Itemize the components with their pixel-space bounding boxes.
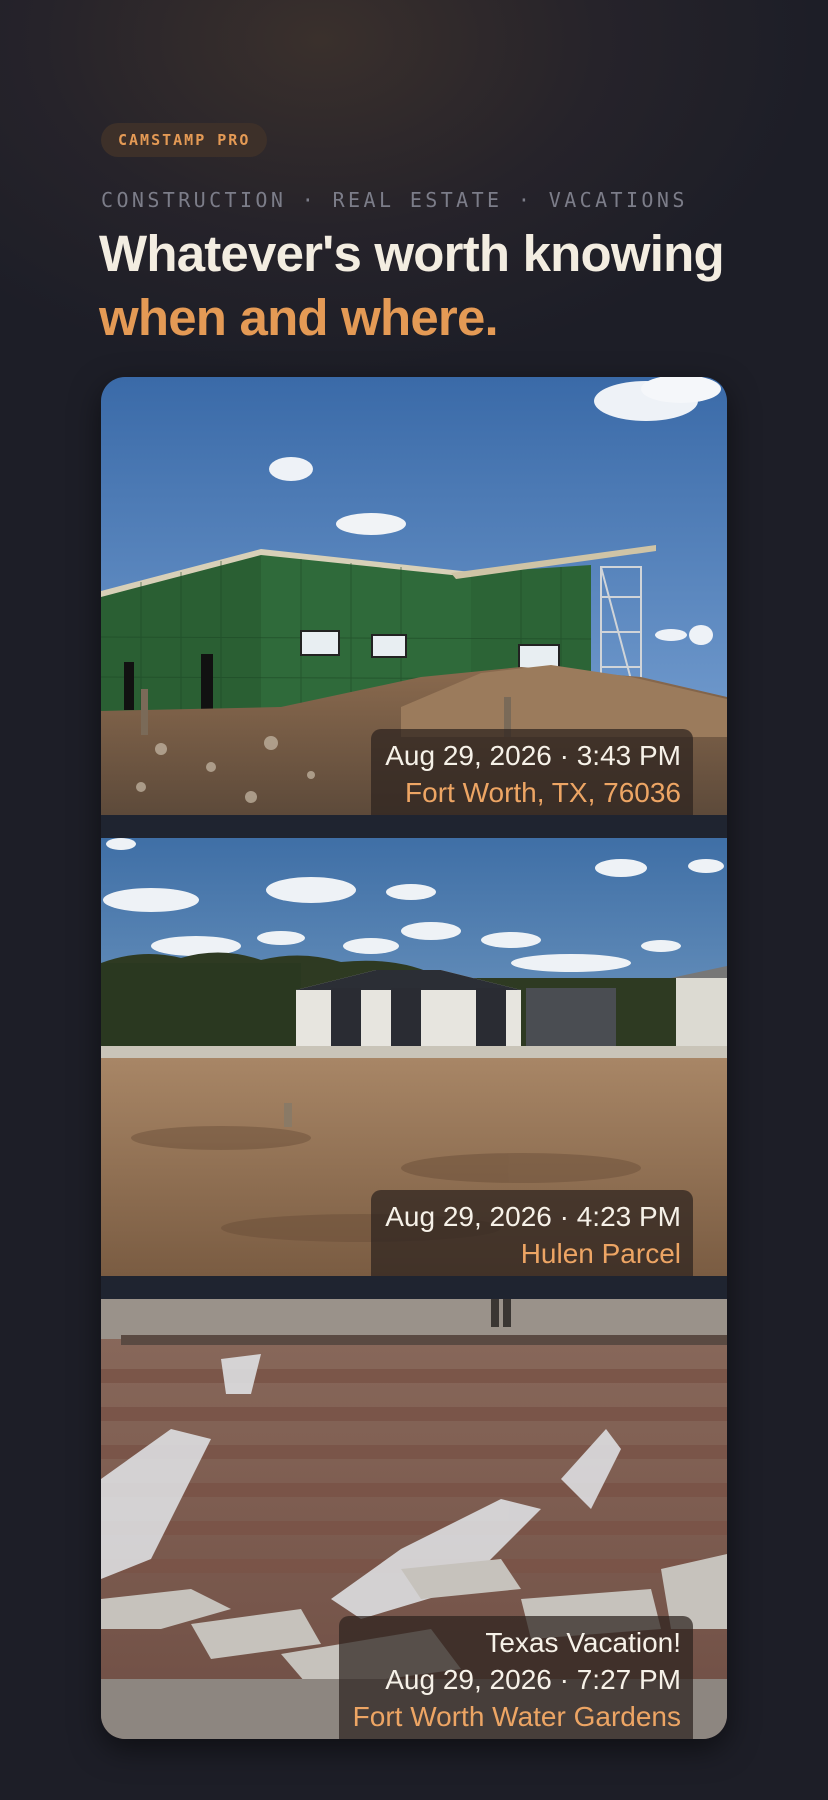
photo-construction[interactable]: Aug 29, 2026 · 3:43 PM Fort Worth, TX, 7…	[101, 377, 727, 815]
stamp-datetime: Aug 29, 2026 · 4:23 PM	[385, 1201, 681, 1232]
headline: Whatever's worth knowing when and where.	[99, 222, 725, 350]
stamp-location: Fort Worth Water Gardens	[352, 1701, 681, 1732]
photo-water-gardens[interactable]: Texas Vacation! Aug 29, 2026 · 7:27 PM F…	[101, 1299, 727, 1739]
photo-stamp: Aug 29, 2026 · 3:43 PM Fort Worth, TX, 7…	[371, 729, 693, 815]
photo-card: Aug 29, 2026 · 3:43 PM Fort Worth, TX, 7…	[101, 377, 727, 1739]
tagline: CONSTRUCTION · REAL ESTATE · VACATIONS	[101, 188, 688, 212]
stamp-location: Fort Worth, TX, 76036	[405, 777, 681, 808]
photo-stamp: Texas Vacation! Aug 29, 2026 · 7:27 PM F…	[338, 1616, 693, 1739]
stamp-datetime: Aug 29, 2026 · 7:27 PM	[385, 1664, 681, 1695]
headline-line-2: when and where.	[99, 289, 499, 346]
headline-line-1: Whatever's worth knowing	[99, 225, 725, 282]
photo-stamp: Aug 29, 2026 · 4:23 PM Hulen Parcel	[371, 1190, 693, 1276]
stamp-title: Texas Vacation!	[485, 1627, 681, 1658]
stamp-datetime: Aug 29, 2026 · 3:43 PM	[385, 740, 681, 771]
app-badge: CAMSTAMP PRO	[101, 123, 268, 157]
photo-parcel[interactable]: Aug 29, 2026 · 4:23 PM Hulen Parcel	[101, 838, 727, 1276]
stamp-location: Hulen Parcel	[520, 1238, 681, 1269]
